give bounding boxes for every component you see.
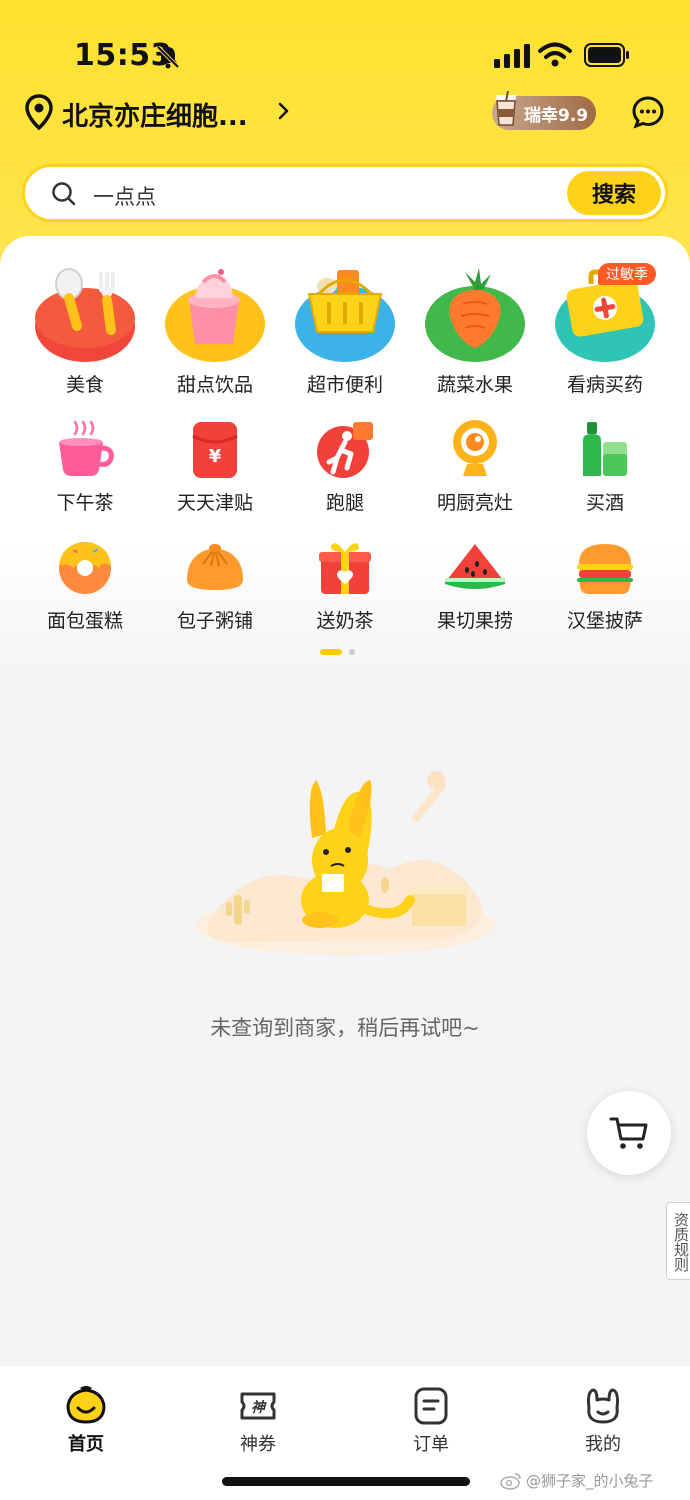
category-open-kitchen[interactable]: 明厨亮灶: [410, 418, 540, 515]
supermarket-basket-icon: [295, 270, 395, 362]
category-fruit-cups[interactable]: 果切果捞: [410, 536, 540, 633]
category-label: 甜点饮品: [176, 374, 253, 396]
page-dot: [349, 649, 355, 655]
errand-runner-icon: [317, 422, 373, 478]
category-label: 汉堡披萨: [566, 610, 643, 632]
category-afternoon-tea[interactable]: 下午茶: [20, 418, 150, 515]
battery-icon: [584, 43, 629, 67]
category-label: 果切果捞: [436, 610, 513, 632]
coffee-cup-icon: [496, 91, 516, 126]
search-icon: [52, 182, 76, 206]
location-address[interactable]: 北京亦庄细胞...: [62, 96, 248, 133]
teacup-icon: [59, 420, 114, 476]
category-supermarket[interactable]: 超市便利: [280, 260, 410, 397]
bun-icon: [187, 544, 243, 590]
cart-button[interactable]: [587, 1091, 671, 1175]
search-button[interactable]: 搜索: [567, 171, 661, 215]
category-label: 买酒: [585, 492, 624, 514]
nav-profile[interactable]: 我的: [553, 1386, 653, 1456]
chevron-right-icon[interactable]: [276, 100, 292, 122]
category-label: 天天津贴: [176, 492, 253, 514]
category-label: 蔬菜水果: [436, 374, 513, 396]
home-icon: [66, 1386, 106, 1424]
cellular-signal-icon: [494, 44, 530, 68]
category-buns-porridge[interactable]: 包子粥铺: [150, 536, 280, 633]
category-vegetables-fruit[interactable]: 蔬菜水果: [410, 260, 540, 397]
category-errand[interactable]: 跑腿: [280, 418, 410, 515]
shopping-cart-icon: [609, 1117, 648, 1149]
nav-label: 订单: [413, 1434, 449, 1455]
svg-text:¥: ¥: [209, 446, 222, 467]
category-milk-tea[interactable]: 送奶茶: [280, 536, 410, 633]
liquor-bottle-icon: [583, 422, 627, 476]
category-label: 送奶茶: [316, 610, 374, 632]
location-pin-icon[interactable]: [24, 94, 54, 130]
category-label: 面包蛋糕: [46, 610, 123, 632]
profile-icon: [587, 1388, 619, 1424]
food-utensils-icon: [35, 268, 135, 362]
weibo-watermark: @狮子家_的小兔子: [500, 1470, 654, 1491]
empty-state-message: 未查询到商家，稍后再试吧~: [210, 1016, 480, 1040]
weibo-icon: [500, 1472, 521, 1490]
category-bakery[interactable]: 面包蛋糕: [20, 536, 150, 633]
page-dot-active: [320, 649, 342, 655]
nav-orders[interactable]: 订单: [381, 1386, 481, 1456]
watermark-text: @狮子家_的小兔子: [526, 1472, 654, 1490]
category-label: 跑腿: [325, 492, 364, 514]
nav-home[interactable]: 首页: [36, 1386, 136, 1456]
nav-label: 我的: [585, 1434, 621, 1455]
status-bar: 15:53: [0, 0, 690, 90]
category-label: 下午茶: [56, 492, 114, 514]
wifi-icon: [538, 42, 572, 67]
category-label: 看病买药: [566, 374, 643, 396]
svg-text:神: 神: [251, 1399, 267, 1416]
nav-coupons[interactable]: 神 神券: [208, 1386, 308, 1456]
category-label: 超市便利: [306, 374, 383, 396]
category-liquor[interactable]: 买酒: [540, 418, 670, 515]
allergy-season-badge: 过敏季: [598, 263, 656, 285]
promo-label: 瑞幸9.9: [524, 105, 589, 126]
category-label: 美食: [65, 374, 104, 396]
category-daily-subsidy[interactable]: ¥ 天天津贴: [150, 418, 280, 515]
burger-icon: [577, 544, 633, 594]
watermelon-icon: [445, 544, 505, 589]
category-label: 明厨亮灶: [436, 492, 513, 514]
category-label: 包子粥铺: [176, 610, 253, 632]
message-icon[interactable]: [631, 95, 665, 129]
camera-icon: [453, 420, 497, 476]
empty-kangaroo-illustration: [195, 771, 495, 955]
red-envelope-icon: ¥: [192, 422, 238, 478]
home-indicator: [222, 1477, 470, 1486]
luckin-promo-button[interactable]: 瑞幸9.9: [492, 91, 596, 130]
donut-icon: [59, 542, 111, 594]
nav-label: 首页: [68, 1434, 104, 1455]
mute-bell-icon: [156, 45, 180, 69]
category-dessert-drinks[interactable]: 甜点饮品: [150, 260, 280, 397]
category-burger-pizza[interactable]: 汉堡披萨: [540, 536, 670, 633]
search-bar[interactable]: 一点点 搜索: [22, 164, 668, 222]
order-icon: [414, 1387, 448, 1425]
category-food[interactable]: 美食: [20, 260, 150, 397]
nav-label: 神券: [240, 1434, 276, 1455]
dessert-drink-icon: [165, 269, 265, 362]
gift-box-icon: [319, 543, 371, 594]
page-indicator: [320, 648, 360, 656]
vegetable-fruit-icon: [425, 268, 525, 362]
coupon-icon: 神: [240, 1392, 276, 1420]
qualification-rules-tab[interactable]: 资质规则: [666, 1202, 690, 1280]
search-input[interactable]: 一点点: [93, 181, 156, 211]
